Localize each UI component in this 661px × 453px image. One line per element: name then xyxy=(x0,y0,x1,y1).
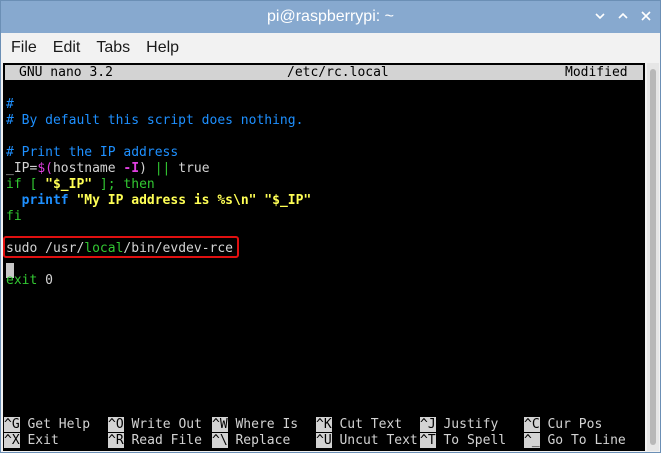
token: -I xyxy=(123,161,140,176)
editor-line-6: if [ "$_IP" ]; then xyxy=(6,177,155,193)
editor-line-7: printf "My IP address is %s\n" "$_IP" xyxy=(6,193,312,209)
shortcut-label: Write Out xyxy=(131,417,202,432)
close-icon xyxy=(641,11,651,21)
terminal-area[interactable]: GNU nano 3.2 /etc/rc.local Modified # # … xyxy=(3,63,645,451)
shortcut-cut-text[interactable]: ^K Cut Text xyxy=(316,417,402,433)
shortcut-get-help[interactable]: ^G Get Help xyxy=(4,417,90,433)
scrollbar-thumb[interactable] xyxy=(650,69,656,445)
token: "$_IP" xyxy=(45,177,93,192)
shortcut-label: Where Is xyxy=(235,417,299,432)
shortcut-label: Get Help xyxy=(27,417,91,432)
close-button[interactable] xyxy=(636,6,656,26)
editor-line-1: # xyxy=(6,97,14,112)
token: _IP= xyxy=(6,161,38,176)
shortcut-key: ^\ xyxy=(212,433,228,448)
maximize-button[interactable] xyxy=(613,6,633,26)
token: "$_IP" xyxy=(264,193,312,208)
shortcut-key: ^T xyxy=(420,433,436,448)
window-title: pi@raspberrypi: ~ xyxy=(267,8,394,25)
nano-modified-state: Modified xyxy=(565,65,628,80)
token: $( xyxy=(37,161,53,176)
window-controls xyxy=(590,6,656,26)
shortcut-to-spell[interactable]: ^T To Spell xyxy=(420,433,506,449)
editor-line-8: fi xyxy=(6,209,22,224)
token: "My IP address is %s\n" xyxy=(76,193,257,208)
maximize-icon xyxy=(618,12,628,19)
shortcut-label: Exit xyxy=(27,433,59,448)
minimize-icon xyxy=(595,13,605,20)
nano-version: GNU nano 3.2 xyxy=(19,65,113,80)
nano-filename: /etc/rc.local xyxy=(287,65,389,80)
shortcut-label: To Spell xyxy=(443,433,507,448)
shortcut-key: ^G xyxy=(4,417,20,432)
terminal-window: pi@raspberrypi: ~ File Edit Tabs Help GN… xyxy=(0,0,661,453)
token: ]; then xyxy=(92,177,155,192)
token: printf xyxy=(6,193,77,208)
shortcut-cur-pos[interactable]: ^C Cur Pos xyxy=(524,417,602,433)
token: || xyxy=(154,161,179,176)
shortcut-label: Read File xyxy=(131,433,202,448)
shortcut-replace[interactable]: ^\ Replace xyxy=(212,433,290,449)
editor-line-5: _IP=$(hostname -I) || true xyxy=(6,161,210,177)
token: hostname xyxy=(52,161,124,176)
shortcut-write-out[interactable]: ^O Write Out xyxy=(108,417,202,433)
terminal-scrollbar[interactable] xyxy=(647,63,659,451)
shortcut-key: ^U xyxy=(316,433,332,448)
shortcut-label: Go To Line xyxy=(547,433,626,448)
token: if [ xyxy=(6,177,46,192)
shortcut-justify[interactable]: ^J Justify xyxy=(420,417,498,433)
shortcut-label: Cut Text xyxy=(339,417,403,432)
title-bar[interactable]: pi@raspberrypi: ~ xyxy=(1,1,660,33)
shortcut-key: ^O xyxy=(108,417,124,432)
token: exit xyxy=(6,273,46,288)
menu-edit[interactable]: Edit xyxy=(45,35,89,61)
shortcut-label: Uncut Text xyxy=(339,433,418,448)
menu-tabs[interactable]: Tabs xyxy=(88,35,138,61)
shortcut-key: ^C xyxy=(524,417,540,432)
shortcut-key: ^X xyxy=(4,433,20,448)
menu-bar: File Edit Tabs Help xyxy=(1,33,660,63)
shortcut-exit[interactable]: ^X Exit xyxy=(4,433,59,449)
token: 0 xyxy=(45,273,53,288)
nano-status-bar: GNU nano 3.2 /etc/rc.local Modified xyxy=(5,65,643,80)
token: ) xyxy=(139,161,155,176)
editor-line-2: # By default this script does nothing. xyxy=(6,113,304,128)
shortcut-key: ^J xyxy=(420,417,436,432)
shortcut-key: ^K xyxy=(316,417,332,432)
shortcut-key: ^W xyxy=(212,417,228,432)
highlight-annotation-box xyxy=(3,236,239,258)
shortcut-go-to-line[interactable]: ^_ Go To Line xyxy=(524,433,626,449)
shortcut-label: Justify xyxy=(443,417,499,432)
minimize-button[interactable] xyxy=(590,6,610,26)
shortcut-read-file[interactable]: ^R Read File xyxy=(108,433,202,449)
shortcut-key: ^R xyxy=(108,433,124,448)
shortcut-label: Replace xyxy=(235,433,291,448)
menu-file[interactable]: File xyxy=(3,35,45,61)
editor-line-4: # Print the IP address xyxy=(6,145,179,160)
editor-line-12: exit 0 xyxy=(6,273,53,289)
shortcut-uncut-text[interactable]: ^U Uncut Text xyxy=(316,433,418,449)
shortcut-where-is[interactable]: ^W Where Is xyxy=(212,417,298,433)
token: true xyxy=(178,161,210,176)
shortcut-key: ^_ xyxy=(524,433,540,448)
menu-help[interactable]: Help xyxy=(138,35,187,61)
shortcut-label: Cur Pos xyxy=(547,417,603,432)
